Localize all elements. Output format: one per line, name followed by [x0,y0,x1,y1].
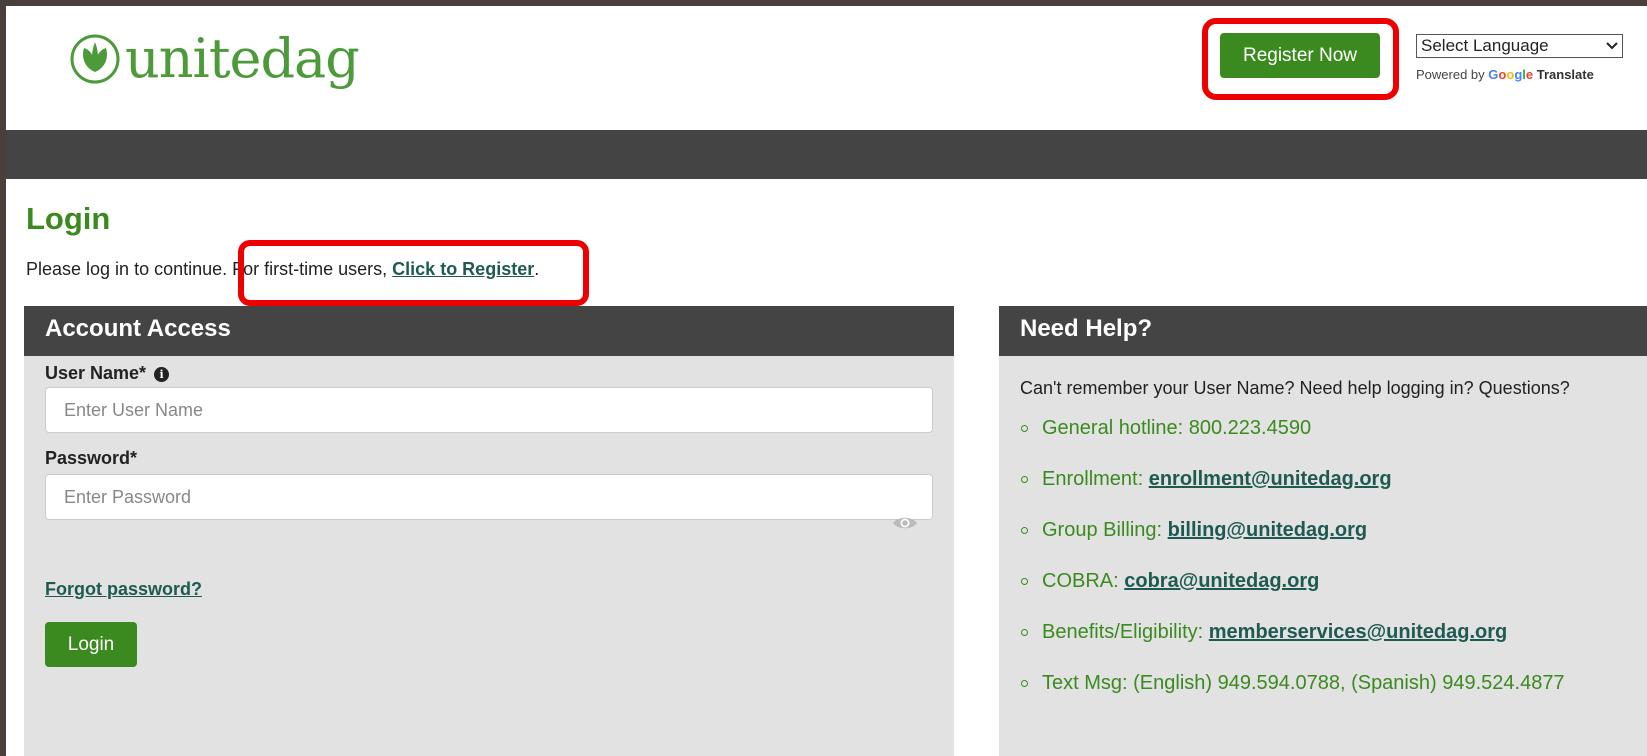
list-item: Enrollment: enrollment@unitedag.org [1020,461,1602,497]
password-label: Password* [45,448,138,468]
login-intro: Please log in to continue. For first-tim… [26,259,540,279]
page-title: Login [26,201,111,236]
help-intro: Can't remember your User Name? Need help… [1020,378,1570,398]
unitedag-logo[interactable]: unitedag [69,27,360,90]
translate-label: Translate [1536,67,1594,82]
username-label: User Name* i [45,363,170,384]
leaf-logo-icon [70,34,120,84]
powered-by-google-translate: Powered by Google Translate [1416,67,1594,82]
memberservices-email-link[interactable]: memberservices@unitedag.org [1209,621,1508,643]
language-select[interactable]: Select Language [1416,34,1623,58]
help-contact-list: General hotline: 800.223.4590 Enrollment… [1020,410,1602,716]
forgot-password-link[interactable]: Forgot password? [45,579,202,600]
page-frame: unitedag Register Now Select Language Po… [6,6,1647,756]
intro-text: Please log in to continue. For first-tim… [26,259,388,279]
google-logo: Google [1488,67,1534,82]
username-input[interactable] [45,387,933,433]
eye-icon[interactable] [892,515,918,531]
list-item: COBRA: cobra@unitedag.org [1020,563,1602,599]
account-access-title: Account Access [24,306,954,356]
language-select-value: Select Language [1421,36,1549,55]
need-help-title: Need Help? [999,306,1647,356]
login-button[interactable]: Login [45,622,137,667]
account-access-panel: Account Access User Name* i Password* Fo… [24,306,954,756]
need-help-panel: Need Help? Can't remember your User Name… [999,306,1647,756]
top-nav-bar [6,130,1647,179]
info-icon[interactable]: i [154,366,170,382]
list-item: Text Msg: (English) 949.594.0788, (Spani… [1020,665,1602,701]
click-to-register-link[interactable]: Click to Register [392,259,534,279]
list-item: General hotline: 800.223.4590 [1020,410,1602,446]
register-now-button[interactable]: Register Now [1220,33,1380,78]
list-item: Group Billing: billing@unitedag.org [1020,512,1602,548]
enrollment-email-link[interactable]: enrollment@unitedag.org [1149,468,1392,490]
cobra-email-link[interactable]: cobra@unitedag.org [1124,570,1319,592]
logo-text: unitedag [125,27,360,90]
password-input[interactable] [45,474,933,520]
chevron-down-icon [1606,42,1618,50]
list-item: Benefits/Eligibility: memberservices@uni… [1020,614,1602,650]
powered-by-label: Powered by [1416,67,1485,82]
billing-email-link[interactable]: billing@unitedag.org [1168,519,1367,541]
site-header: unitedag Register Now Select Language Po… [6,6,1647,130]
